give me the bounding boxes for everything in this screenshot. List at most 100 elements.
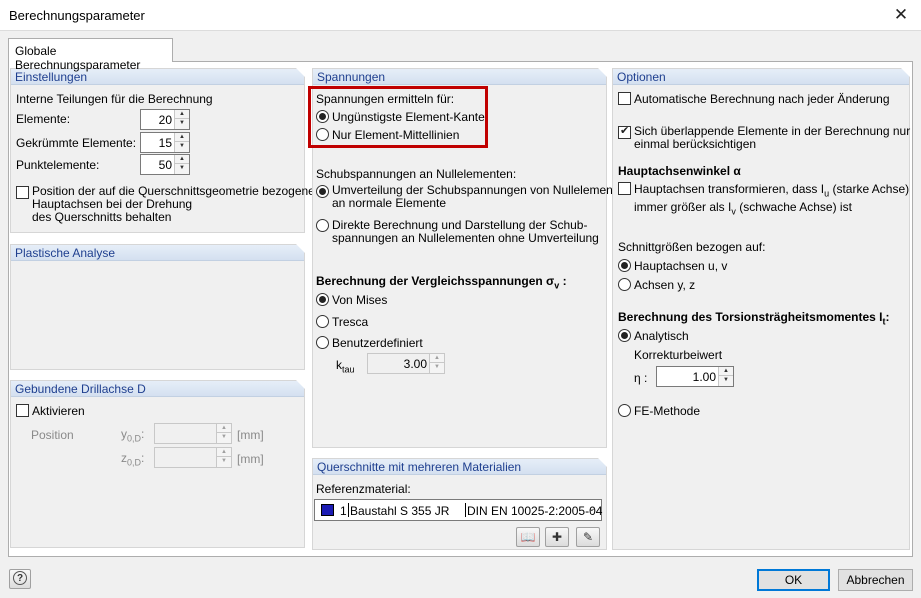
spin-down-icon[interactable]: ▼ [217, 433, 231, 443]
material-norm: DIN EN 10025-2:2005-04 [467, 504, 603, 518]
spin-down-icon[interactable]: ▼ [217, 457, 231, 467]
radio-hauptachsen-uv[interactable] [618, 259, 631, 272]
schubspannungen-label: Schubspannungen an Nullelementen: [316, 167, 517, 181]
book-icon: 📖 [520, 530, 536, 544]
position-label: Position [31, 428, 74, 442]
y0d-input[interactable]: ▲ ▼ [154, 423, 232, 444]
radio-tresca[interactable] [316, 315, 329, 328]
querschnitte-header: Querschnitte mit mehreren Materialien [313, 458, 607, 475]
vergleichsspannungen-label: Berechnung der Vergleichsspannungen σv : [316, 274, 567, 291]
spin-down-icon[interactable]: ▼ [175, 164, 189, 174]
punktelemente-spinner[interactable]: 50 ▲ ▼ [140, 154, 190, 175]
new-item-icon: ✚ [551, 530, 563, 544]
ueberlappende-elemente-label: Sich überlappende Elemente in der Berech… [634, 124, 911, 151]
radio-direkte-berechnung[interactable] [316, 219, 329, 232]
edit-material-button[interactable]: ✎ [576, 527, 600, 547]
spin-down-icon[interactable]: ▼ [430, 363, 444, 373]
spannungen-header: Spannungen [313, 68, 607, 85]
optionen-header: Optionen [613, 68, 910, 85]
referenzmaterial-dropdown[interactable]: 1 Baustahl S 355 JR DIN EN 10025-2:2005-… [314, 499, 602, 521]
title-bar: Berechnungsparameter ✕ [0, 0, 921, 31]
spin-up-icon[interactable]: ▲ [175, 133, 189, 142]
chevron-down-icon[interactable]: ⌄ [588, 503, 596, 514]
radio-umverteilung[interactable] [316, 185, 329, 198]
radio-kante[interactable] [316, 110, 329, 123]
ok-button[interactable]: OK [757, 569, 830, 591]
spin-down-icon[interactable]: ▼ [719, 376, 733, 386]
column-divider [465, 503, 466, 517]
cancel-button[interactable]: Abbrechen [838, 569, 913, 591]
radio-mittellinien[interactable] [316, 128, 329, 141]
window-title: Berechnungsparameter [9, 8, 145, 23]
mittellinien-label: Nur Element-Mittellinien [332, 128, 460, 142]
punktelemente-label: Punktelemente: [16, 158, 100, 172]
plastische-analyse-group: Plastische Analyse [10, 244, 305, 370]
spin-down-icon[interactable]: ▼ [175, 142, 189, 152]
spin-up-icon[interactable]: ▲ [217, 424, 231, 433]
help-icon: ? [13, 571, 27, 585]
kante-label: Ungünstigste Element-Kante [332, 110, 485, 124]
position-hauptachsen-checkbox[interactable] [16, 186, 29, 199]
eta-input[interactable]: 1.00 ▲ ▼ [656, 366, 734, 387]
y0d-label: y0,D: [121, 427, 145, 444]
auto-berechnung-checkbox[interactable] [618, 92, 631, 105]
ueberlappende-elemente-checkbox[interactable] [618, 124, 631, 139]
direkte-berechnung-label: Direkte Berechnung und Darstellung der S… [332, 218, 599, 245]
torsion-heading: Berechnung des Torsionsträgheitsmomentes… [618, 310, 890, 327]
drillachse-header: Gebundene Drillachse D [11, 380, 305, 397]
aktivieren-checkbox[interactable] [16, 404, 29, 417]
material-nr: 1 [340, 504, 347, 518]
spin-up-icon[interactable]: ▲ [217, 448, 231, 457]
korrekturbeiwert-label: Korrekturbeiwert [634, 348, 723, 362]
help-button[interactable]: ? [9, 569, 31, 589]
punktelemente-value: 50 [158, 158, 172, 172]
elemente-value: 20 [158, 113, 172, 127]
eta-value: 1.00 [692, 370, 716, 384]
spin-up-icon[interactable]: ▲ [175, 110, 189, 119]
material-library-button[interactable]: 📖 [516, 527, 540, 547]
position-hauptachsen-label: Position der auf die Querschnittsgeometr… [32, 184, 322, 224]
hauptachsen-uv-label: Hauptachsen u, v [634, 259, 728, 273]
schnittgroessen-label: Schnittgrößen bezogen auf: [618, 240, 766, 254]
hauptachsen-transformieren-checkbox[interactable] [618, 182, 631, 195]
hauptachsen-transformieren-label: Hauptachsen transformieren, dass Iu (sta… [634, 182, 910, 217]
spin-up-icon[interactable]: ▲ [719, 367, 733, 376]
tresca-label: Tresca [332, 315, 369, 329]
umverteilung-label: Umverteilung der Schubspannungen von Nul… [332, 183, 630, 210]
eta-label: η : [634, 371, 648, 385]
interne-teilungen-label: Interne Teilungen für die Berechnung [16, 92, 213, 106]
material-color-swatch [321, 504, 334, 516]
radio-fe-methode[interactable] [618, 404, 631, 417]
gekruemmte-elemente-spinner[interactable]: 15 ▲ ▼ [140, 132, 190, 153]
radio-benutzerdefiniert[interactable] [316, 336, 329, 349]
radio-von-mises[interactable] [316, 293, 329, 306]
ktau-input[interactable]: 3.00 ▲ ▼ [367, 353, 445, 374]
radio-achsen-yz[interactable] [618, 278, 631, 291]
tab-globale-berechnungsparameter[interactable]: Globale Berechnungsparameter [8, 38, 173, 72]
benutzerdefiniert-label: Benutzerdefiniert [332, 336, 423, 350]
spin-down-icon[interactable]: ▼ [175, 119, 189, 129]
spin-up-icon[interactable]: ▲ [430, 354, 444, 363]
column-divider [348, 503, 349, 517]
z0d-input[interactable]: ▲ ▼ [154, 447, 232, 468]
achsen-yz-label: Achsen y, z [634, 278, 696, 292]
spannungen-ermitteln-label: Spannungen ermitteln für: [316, 92, 455, 106]
radio-analytisch[interactable] [618, 329, 631, 342]
spin-up-icon[interactable]: ▲ [175, 155, 189, 164]
close-icon[interactable]: ✕ [889, 3, 913, 27]
plastische-analyse-header: Plastische Analyse [11, 244, 305, 261]
new-material-button[interactable]: ✚ [545, 527, 569, 547]
referenzmaterial-label: Referenzmaterial: [316, 482, 411, 496]
auto-berechnung-label: Automatische Berechnung nach jeder Änder… [634, 92, 890, 106]
gekruemmte-elemente-value: 15 [158, 136, 172, 150]
material-name: Baustahl S 355 JR [350, 504, 450, 518]
y0d-unit: [mm] [237, 428, 264, 442]
elemente-spinner[interactable]: 20 ▲ ▼ [140, 109, 190, 130]
fe-methode-label: FE-Methode [634, 404, 701, 418]
z0d-label: z0,D: [121, 451, 145, 468]
tab-label: Globale Berechnungsparameter [15, 44, 141, 72]
edit-icon: ✎ [582, 530, 594, 544]
gekruemmte-elemente-label: Gekrümmte Elemente: [16, 136, 137, 150]
aktivieren-label: Aktivieren [32, 404, 85, 418]
ktau-label: ktau [336, 358, 355, 375]
